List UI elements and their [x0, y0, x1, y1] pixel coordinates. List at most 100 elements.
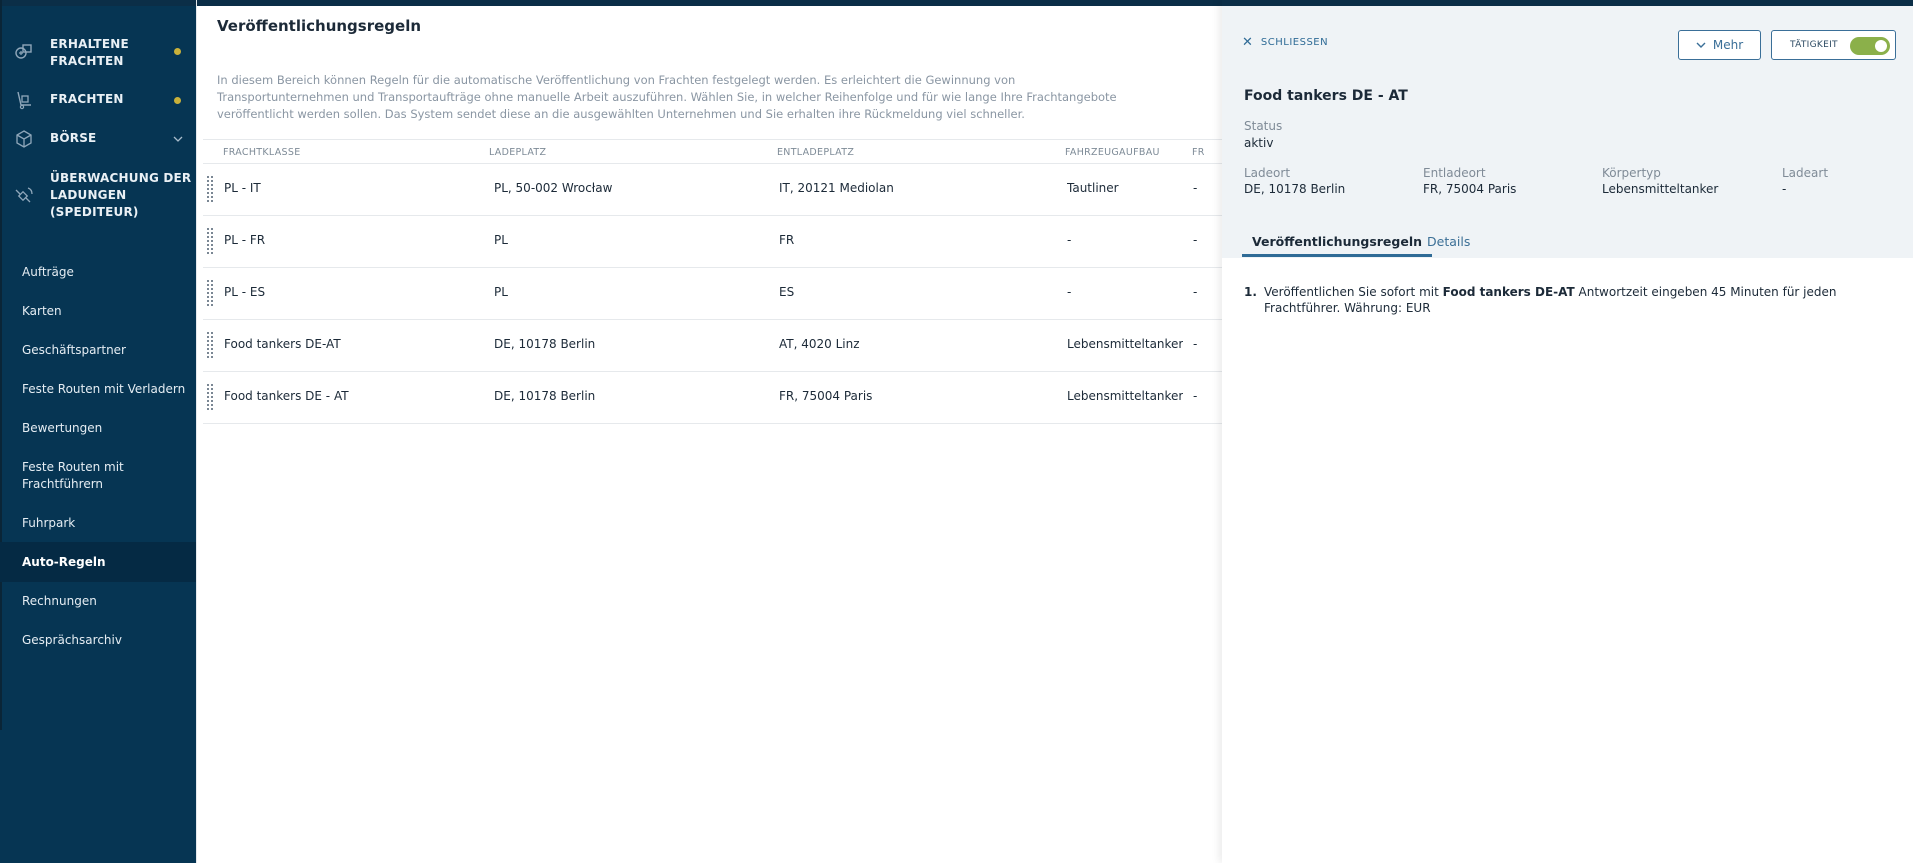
sidebar-item-label: BÖRSE	[50, 131, 97, 145]
cell-unloading-place: IT, 20121 Mediolan	[779, 181, 894, 195]
loading-place-label: Ladeort	[1244, 166, 1291, 180]
cell-vehicle-body: -	[1067, 233, 1072, 247]
table-header: FRACHTKLASSE LADEPLATZ ENTLADEPLATZ FAHR…	[203, 139, 1225, 164]
sidebar-item-freights[interactable]: FRACHTEN	[0, 88, 196, 112]
sidebar-item-orders[interactable]: Aufträge	[0, 262, 196, 282]
detail-panel: ✕ SCHLIESSEN Mehr TÄTIGKEIT Food tankers…	[1222, 0, 1913, 863]
sidebar-item-conversation-archive[interactable]: Gesprächsarchiv	[0, 630, 196, 650]
chevron-down-icon[interactable]	[173, 134, 183, 144]
sidebar-item-label: Bewertungen	[22, 420, 103, 435]
table-row[interactable]: PL - ES PL ES - -	[203, 268, 1225, 320]
sidebar-item-label: Geschäftspartner	[22, 342, 126, 357]
rules-table: FRACHTKLASSE LADEPLATZ ENTLADEPLATZ FAHR…	[203, 139, 1225, 424]
main-content: Veröffentlichungsregeln In diesem Bereic…	[196, 0, 1225, 863]
sidebar-item-label: Feste Routen mit Verladern	[22, 381, 186, 396]
more-button[interactable]: Mehr	[1678, 30, 1761, 60]
column-header-loading-place[interactable]: LADEPLATZ	[489, 147, 546, 158]
drag-handle-icon[interactable]	[207, 280, 215, 306]
column-header-freight-class[interactable]: FRACHTKLASSE	[223, 147, 301, 158]
sidebar-item-auto-rules[interactable]: Auto-Regeln	[0, 542, 196, 582]
sidebar-item-business-partners[interactable]: Geschäftspartner	[0, 340, 196, 360]
rule-number: 1.	[1244, 285, 1257, 299]
cell-truncated: -	[1193, 181, 1198, 195]
sidebar-item-label: Feste Routen mit	[22, 460, 124, 474]
body-type-label: Körpertyp	[1602, 166, 1661, 180]
cell-truncated: -	[1193, 285, 1198, 299]
cell-freight-class: Food tankers DE - AT	[224, 389, 349, 403]
table-row[interactable]: PL - IT PL, 50-002 Wrocław IT, 20121 Med…	[203, 164, 1225, 216]
cell-loading-place: PL, 50-002 Wrocław	[494, 181, 613, 195]
sidebar-item-label: Karten	[22, 303, 62, 318]
chevron-down-icon	[1696, 42, 1706, 48]
sidebar-item-label: ÜBERWACHUNG DER	[50, 171, 192, 185]
close-button-label: SCHLIESSEN	[1260, 37, 1329, 48]
sidebar-item-maps[interactable]: Karten	[0, 301, 196, 321]
sidebar-item-label: Aufträge	[22, 264, 74, 279]
sidebar-item-label: Frachtführern	[22, 477, 104, 491]
sidebar-item-fixed-routes-carriers[interactable]: Feste Routen mit Frachtführern	[0, 457, 196, 495]
sidebar-item-label: FRACHTEN	[50, 92, 124, 106]
sidebar-item-label: Fuhrpark	[22, 515, 76, 530]
rule-freight-class: Food tankers DE-AT	[1442, 285, 1575, 299]
exchange-box-icon	[16, 130, 32, 148]
cell-truncated: -	[1193, 389, 1198, 403]
cell-vehicle-body: Lebensmitteltanker	[1067, 337, 1184, 351]
status-value: aktiv	[1244, 136, 1274, 150]
top-bar	[197, 0, 1225, 6]
cell-vehicle-body: Lebensmitteltanker	[1067, 389, 1184, 403]
sidebar-item-received-freight[interactable]: ERHALTENE FRACHTEN	[0, 30, 196, 74]
notification-dot	[174, 48, 181, 55]
cell-unloading-place: FR, 75004 Paris	[779, 389, 873, 403]
table-row[interactable]: Food tankers DE-AT DE, 10178 Berlin AT, …	[203, 320, 1225, 372]
sidebar-item-fixed-routes-shippers[interactable]: Feste Routen mit Verladern	[0, 379, 196, 399]
table-row[interactable]: PL - FR PL FR - -	[203, 216, 1225, 268]
sidebar-item-label: LADUNGEN	[50, 188, 127, 202]
freight-dolly-icon	[17, 91, 31, 110]
column-header-truncated[interactable]: FR	[1192, 147, 1212, 158]
sidebar-item-label: Gesprächsarchiv	[22, 632, 122, 647]
activity-switch[interactable]	[1850, 37, 1890, 55]
publication-rules-list: 1. Veröffentlichen Sie sofort mit Food t…	[1244, 284, 1894, 316]
sidebar-item-fleet[interactable]: Fuhrpark	[0, 513, 196, 533]
tab-publication-rules[interactable]: Veröffentlichungsregeln	[1242, 225, 1433, 257]
rule-text: Veröffentlichen Sie sofort mit Food tank…	[1264, 284, 1894, 316]
column-header-vehicle-body[interactable]: FAHRZEUGAUFBAU	[1065, 147, 1160, 158]
sidebar-item-label: (SPEDITEUR)	[50, 205, 139, 219]
sidebar-item-label: FRACHTEN	[50, 54, 124, 68]
sidebar-item-ratings[interactable]: Bewertungen	[0, 418, 196, 438]
sidebar-item-label: ERHALTENE	[50, 37, 129, 51]
cell-freight-class: PL - FR	[224, 233, 266, 247]
detail-title: Food tankers DE - AT	[1244, 88, 1408, 104]
drag-handle-icon[interactable]	[207, 332, 215, 358]
satellite-icon	[15, 187, 33, 203]
sidebar-item-invoices[interactable]: Rechnungen	[0, 591, 196, 611]
detail-panel-header: ✕ SCHLIESSEN Mehr TÄTIGKEIT Food tankers…	[1222, 6, 1913, 258]
close-button[interactable]: ✕ SCHLIESSEN	[1242, 36, 1328, 49]
sidebar-item-exchange[interactable]: BÖRSE	[0, 127, 196, 151]
cell-freight-class: PL - IT	[224, 181, 261, 195]
activity-toggle[interactable]: TÄTIGKEIT	[1771, 30, 1896, 60]
cell-loading-place: PL	[494, 285, 508, 299]
status-label: Status	[1244, 119, 1283, 133]
cell-freight-class: Food tankers DE-AT	[224, 337, 341, 351]
unloading-place-value: FR, 75004 Paris	[1423, 182, 1517, 196]
cell-loading-place: DE, 10178 Berlin	[494, 389, 596, 403]
page-title: Veröffentlichungsregeln	[217, 17, 422, 35]
cell-truncated: -	[1193, 233, 1198, 247]
cell-truncated: -	[1193, 337, 1198, 351]
drag-handle-icon[interactable]	[207, 176, 215, 202]
unloading-place-label: Entladeort	[1423, 166, 1486, 180]
sidebar-item-label: Rechnungen	[22, 593, 97, 608]
cell-loading-place: PL	[494, 233, 508, 247]
page-description: In diesem Bereich können Regeln für die …	[217, 73, 1117, 121]
drag-handle-icon[interactable]	[207, 228, 215, 254]
notification-dot	[174, 97, 181, 104]
sidebar-item-label: Auto-Regeln	[22, 554, 106, 569]
column-header-unloading-place[interactable]: ENTLADEPLATZ	[777, 147, 854, 158]
tab-details[interactable]: Details	[1417, 225, 1480, 257]
table-row[interactable]: Food tankers DE - AT DE, 10178 Berlin FR…	[203, 372, 1225, 424]
drag-handle-icon[interactable]	[207, 384, 215, 410]
sidebar-top-strip	[0, 0, 196, 6]
loading-type-value: -	[1782, 182, 1787, 196]
sidebar-item-load-monitoring[interactable]: ÜBERWACHUNG DER LADUNGEN (SPEDITEUR)	[0, 168, 196, 224]
